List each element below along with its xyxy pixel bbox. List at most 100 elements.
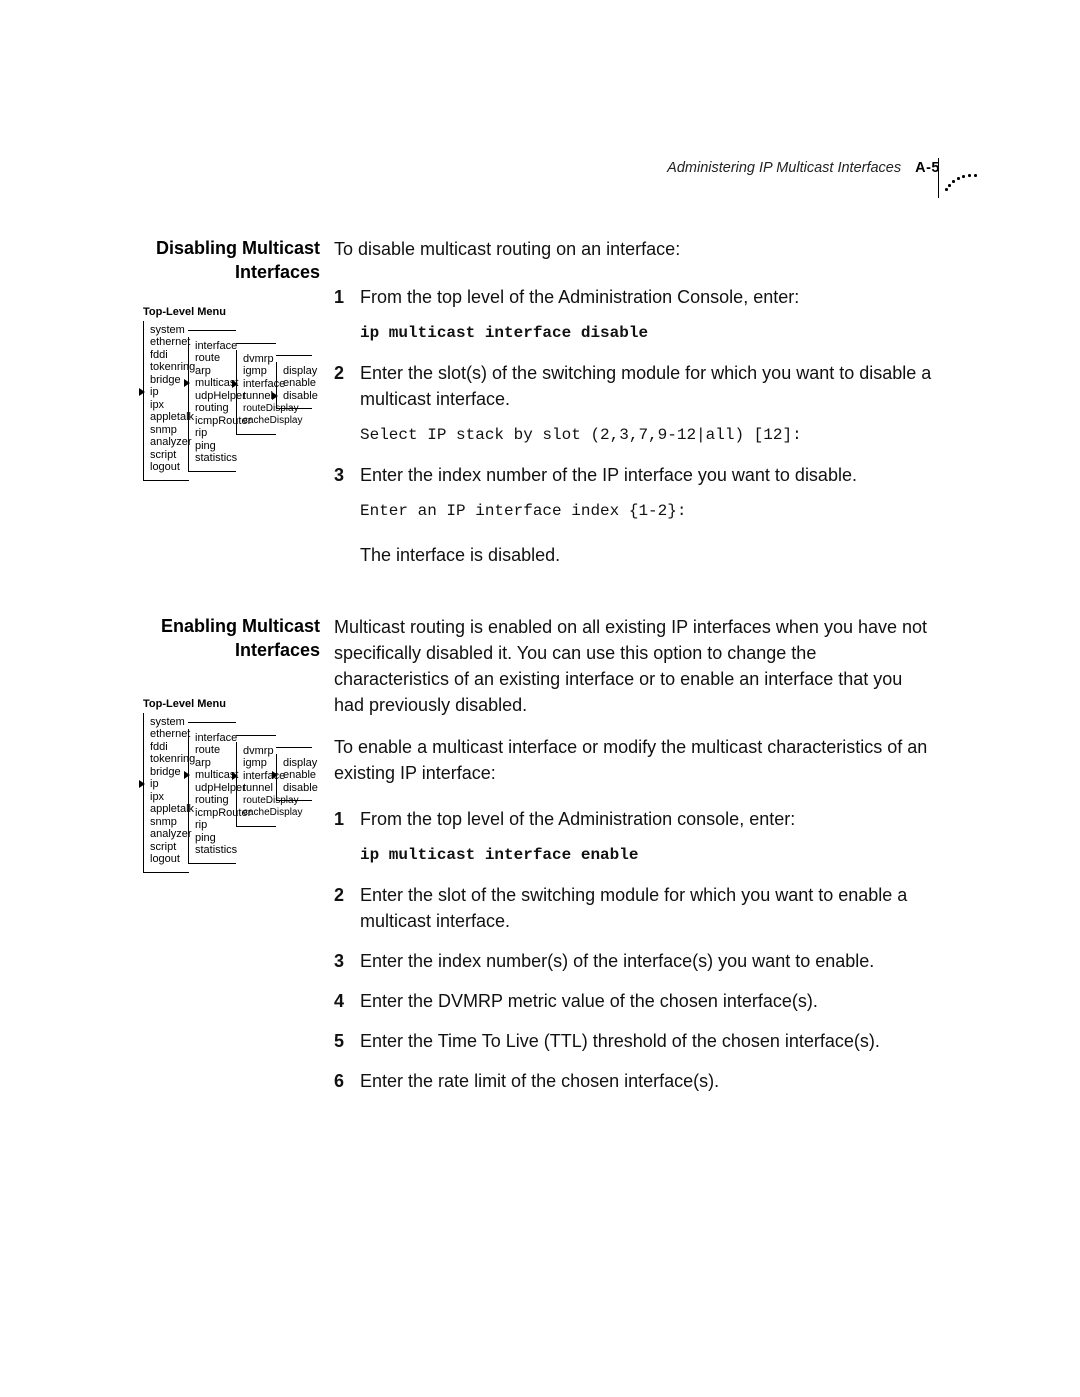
menu-item: ethernet (147, 336, 186, 349)
menu-item: routeDisplay (240, 795, 273, 808)
menu-item: system (147, 324, 186, 337)
menu-item: appletalk (147, 803, 186, 816)
step-enable-5: 5 Enter the Time To Live (TTL) threshold… (334, 1028, 934, 1054)
menu-col-4: display enable disable (276, 754, 312, 802)
step-text: From the top level of the Administration… (360, 287, 799, 307)
menu-item: logout (147, 461, 186, 474)
menu-item: bridge (147, 374, 186, 387)
menu-item: snmp (147, 424, 186, 437)
body-enable: Multicast routing is enabled on all exis… (320, 614, 934, 1104)
step-number: 2 (334, 360, 344, 386)
menu-item-selected: ip (147, 386, 186, 399)
step-number: 2 (334, 882, 344, 908)
menu-item: tunnel (240, 782, 273, 795)
step-text: Enter the Time To Live (TTL) threshold o… (360, 1031, 880, 1051)
menu-col-4-wrap: display enable disable (276, 713, 312, 802)
menu-item: snmp (147, 816, 186, 829)
menu-item-selected: disable (280, 390, 309, 403)
step-number: 4 (334, 988, 344, 1014)
menu-columns: system ethernet fddi tokenring bridge ip… (143, 713, 319, 873)
menu-item: tokenring (147, 361, 186, 374)
menu-item: display (280, 757, 309, 770)
menu-col-4-wrap: display enable disable (276, 321, 312, 410)
intro-enable-2: To enable a multicast interface or modif… (334, 737, 927, 783)
step-disable-3: 3 Enter the index number of the IP inter… (334, 462, 934, 524)
step-text: Enter the slot of the switching module f… (360, 885, 907, 931)
menu-item: cacheDisplay (240, 415, 273, 428)
step-number: 1 (334, 806, 344, 832)
step-code: ip multicast interface disable (360, 320, 934, 346)
menu-item: statistics (192, 452, 233, 465)
menu-item: icmpRouter (192, 807, 233, 820)
menu-item: appletalk (147, 411, 186, 424)
menu-item-selected: multicast (192, 377, 233, 390)
step-disable-2: 2 Enter the slot(s) of the switching mod… (334, 360, 934, 448)
content-area: Disabling Multicast Interfaces To disabl… (140, 236, 940, 1104)
menu-item: statistics (192, 844, 233, 857)
menu-item-selected: ip (147, 778, 186, 791)
menu-item: interface (192, 732, 233, 745)
step-text: Enter the DVMRP metric value of the chos… (360, 991, 818, 1011)
menu-item: arp (192, 365, 233, 378)
running-head-title: Administering IP Multicast Interfaces (667, 160, 901, 176)
page-number: A-5 (915, 160, 940, 176)
menu-item: analyzer (147, 436, 186, 449)
step-code: Select IP stack by slot (2,3,7,9-12|all)… (360, 422, 934, 448)
menu-col-3-wrap: dvmrp igmp interface tunnel routeDisplay… (236, 713, 276, 827)
menu-item: routeDisplay (240, 403, 273, 416)
menu-item: tokenring (147, 753, 186, 766)
step-number: 6 (334, 1068, 344, 1094)
step-code: Enter an IP interface index {1-2}: (360, 498, 934, 524)
menu-item: routing (192, 402, 233, 415)
intro-enable-1: Multicast routing is enabled on all exis… (334, 617, 927, 715)
page: Administering IP Multicast Interfaces A-… (0, 0, 1080, 1397)
menu-title: Top-Level Menu (143, 698, 319, 711)
menu-col-2-wrap: interface route arp multicast udpHelper … (188, 713, 236, 864)
intro-disable-text: To disable multicast routing on an inter… (334, 239, 680, 259)
menu-item: routing (192, 794, 233, 807)
steps-enable: 1 From the top level of the Administrati… (334, 806, 934, 1094)
menu-title: Top-Level Menu (143, 306, 319, 319)
menu-item: dvmrp (240, 353, 273, 366)
menu-item: cacheDisplay (240, 807, 273, 820)
menu-item: tunnel (240, 390, 273, 403)
step-text: Enter the rate limit of the chosen inter… (360, 1071, 719, 1091)
step-enable-4: 4 Enter the DVMRP metric value of the ch… (334, 988, 934, 1014)
running-head: Administering IP Multicast Interfaces A-… (667, 160, 940, 176)
step-disable-1: 1 From the top level of the Administrati… (334, 284, 934, 346)
menu-item: fddi (147, 349, 186, 362)
step-number: 3 (334, 462, 344, 488)
menu-col-3: dvmrp igmp interface tunnel routeDisplay… (236, 742, 276, 827)
dot-arc-icon (938, 158, 980, 198)
intro-disable: To disable multicast routing on an inter… (320, 236, 934, 568)
menu-item: icmpRouter (192, 415, 233, 428)
menu-item: ipx (147, 791, 186, 804)
menu-item: rip (192, 427, 233, 440)
menu-col-1: system ethernet fddi tokenring bridge ip… (143, 321, 189, 481)
menu-item: display (280, 365, 309, 378)
menu-item-selected: interface (240, 770, 273, 783)
menu-item-selected: interface (240, 378, 273, 391)
menu-item: fddi (147, 741, 186, 754)
menu-item: bridge (147, 766, 186, 779)
heading-disable: Disabling Multicast Interfaces (140, 236, 320, 284)
menu-item-selected: enable (280, 769, 309, 782)
menu-item-selected: multicast (192, 769, 233, 782)
menu-item: udpHelper (192, 390, 233, 403)
menu-col-2: interface route arp multicast udpHelper … (188, 337, 236, 472)
menu-item: ping (192, 832, 233, 845)
step-text: Enter the index number of the IP interfa… (360, 465, 857, 485)
menu-item: ethernet (147, 728, 186, 741)
menu-item: ping (192, 440, 233, 453)
step-enable-6: 6 Enter the rate limit of the chosen int… (334, 1068, 934, 1094)
step-enable-2: 2 Enter the slot of the switching module… (334, 882, 934, 934)
menu-item: route (192, 352, 233, 365)
step-text: Enter the index number(s) of the interfa… (360, 951, 874, 971)
menu-item: dvmrp (240, 745, 273, 758)
menu-item: script (147, 449, 186, 462)
menu-item: analyzer (147, 828, 186, 841)
step-text: Enter the slot(s) of the switching modul… (360, 363, 931, 409)
menu-col-3: dvmrp igmp interface tunnel routeDisplay… (236, 350, 276, 435)
menu-col-1: system ethernet fddi tokenring bridge ip… (143, 713, 189, 873)
menu-item: ipx (147, 399, 186, 412)
